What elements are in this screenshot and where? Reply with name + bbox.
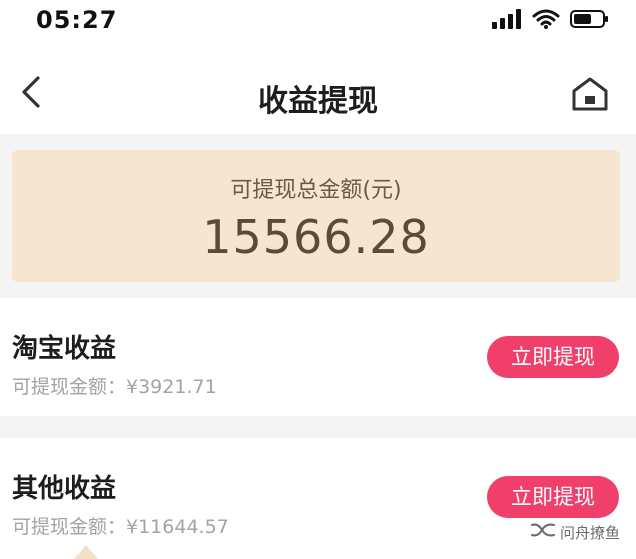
summary-label: 可提现总金额(元): [230, 178, 402, 203]
withdraw-button-other[interactable]: 立即提现: [487, 476, 619, 518]
watermark-text: 问舟撩鱼: [559, 523, 620, 542]
battery-icon: [570, 9, 610, 33]
wechat-channel-icon: [530, 521, 556, 543]
home-icon: [572, 77, 608, 111]
signal-icon: [492, 9, 522, 33]
home-button[interactable]: [570, 74, 610, 114]
nav-bar: 收益提现: [0, 46, 636, 134]
status-time: 05:27: [36, 6, 118, 34]
summary-card: 可提现总金额(元) 15566.28: [12, 150, 620, 282]
income-name: 淘宝收益: [12, 334, 117, 364]
income-available-amount: 可提现金额：¥3921.71: [12, 376, 217, 398]
income-row-taobao: 淘宝收益 可提现金额：¥3921.71 立即提现: [0, 298, 636, 416]
page-title: 收益提现: [258, 84, 378, 119]
withdraw-button-taobao[interactable]: 立即提现: [487, 336, 619, 378]
wifi-icon: [532, 9, 560, 33]
status-icons: [492, 9, 610, 33]
watermark: 问舟撩鱼: [530, 521, 620, 543]
income-available-amount: 可提现金额：¥11644.57: [12, 516, 229, 538]
decorative-shape: [74, 545, 98, 559]
summary-section: 可提现总金额(元) 15566.28: [0, 134, 636, 298]
income-name: 其他收益: [12, 474, 117, 504]
screen: 05:27 收益提现 可提现总金额(元) 15566.28 淘宝收益 可提现金额…: [0, 0, 636, 559]
income-row-other: 其他收益 可提现金额：¥11644.57 立即提现 问舟撩鱼: [0, 438, 636, 559]
summary-amount: 15566.28: [202, 210, 430, 264]
status-bar: 05:27: [0, 0, 636, 46]
